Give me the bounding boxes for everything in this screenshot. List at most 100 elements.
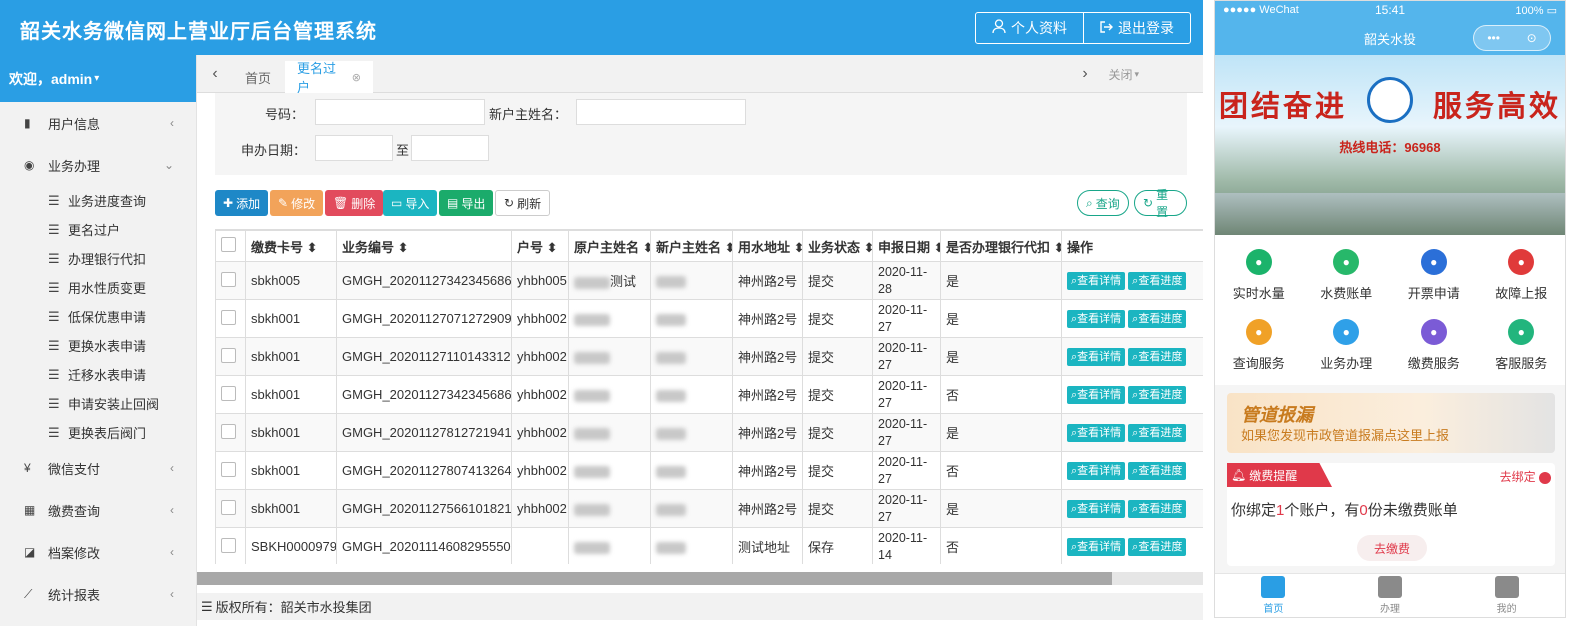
view-progress-button[interactable]: ⌕查看进度 xyxy=(1128,423,1187,442)
close-target-icon[interactable]: ⊙ xyxy=(1527,31,1537,45)
row-checkbox[interactable] xyxy=(221,461,236,477)
export-button[interactable]: ▤ 导出 xyxy=(439,190,494,216)
view-detail-button[interactable]: ⌕查看详情 xyxy=(1067,385,1126,404)
view-detail-button[interactable]: ⌕查看详情 xyxy=(1067,347,1126,366)
column-header[interactable]: 业务状态 ⬍ xyxy=(802,230,873,262)
view-detail-button[interactable]: ⌕查看详情 xyxy=(1067,423,1126,442)
reset-button[interactable]: ↻ 重置 xyxy=(1134,188,1187,219)
service-item[interactable]: ● 故障上报 xyxy=(1478,249,1566,319)
column-header[interactable]: 用水地址 ⬍ xyxy=(732,230,803,262)
service-item[interactable]: ● 缴费服务 xyxy=(1390,319,1478,389)
tabs-scroll-left-button[interactable]: ‹ xyxy=(197,55,233,93)
sidebar-subitem-replace-meter[interactable]: ☰ 更换水表申请 xyxy=(0,331,196,360)
sidebar-item-business[interactable]: ◉ 业务办理 ⌄ xyxy=(0,144,196,186)
sidebar-item-payment-query[interactable]: ▦ 缴费查询 ‹ xyxy=(0,489,196,531)
bind-account-link[interactable]: 去绑定 xyxy=(1500,468,1551,485)
table-row[interactable]: sbkh001 GMGH_202011273423456864 yhbh002 神州路… xyxy=(215,375,1203,414)
import-button[interactable]: ▭ 导入 xyxy=(383,190,438,216)
sidebar-item-user-info[interactable]: ▮ 用户信息 ‹ xyxy=(0,102,196,144)
view-progress-button[interactable]: ⌕查看进度 xyxy=(1128,347,1187,366)
number-input[interactable] xyxy=(315,99,485,125)
view-progress-button[interactable]: ⌕查看进度 xyxy=(1128,309,1187,328)
sidebar-subitem-move-meter[interactable]: ☰ 迁移水表申请 xyxy=(0,360,196,389)
bottom-tab[interactable]: 我的 xyxy=(1448,574,1565,617)
table-row[interactable]: sbkh001 GMGH_202011278127219415 yhbh002 神州路… xyxy=(215,413,1203,452)
column-header[interactable]: 是否办理银行代扣 ⬍ xyxy=(940,230,1062,262)
table-row[interactable]: sbkh001 GMGH_202011275661018217 yhbh002 神州路… xyxy=(215,489,1203,528)
view-detail-button[interactable]: ⌕查看详情 xyxy=(1067,499,1126,518)
tab-rename[interactable]: 更名过户 ⊗ xyxy=(285,61,373,95)
select-all-checkbox-cell[interactable] xyxy=(215,230,246,262)
table-row[interactable]: sbkh001 GMGH_202011271101433128 yhbh002 神州路… xyxy=(215,337,1203,376)
sidebar-subitem-rear-valve[interactable]: ☰ 更换表后阀门 xyxy=(0,418,196,447)
column-header[interactable]: 新户主姓名 ⬍ xyxy=(650,230,733,262)
row-checkbox[interactable] xyxy=(221,271,236,287)
scrollbar-thumb[interactable] xyxy=(197,572,1112,585)
row-checkbox[interactable] xyxy=(221,537,236,553)
close-icon[interactable]: ⊗ xyxy=(352,71,361,84)
sidebar-subitem-water-type[interactable]: ☰ 用水性质变更 xyxy=(0,273,196,302)
row-checkbox[interactable] xyxy=(221,385,236,401)
new-owner-input[interactable] xyxy=(576,99,746,125)
sidebar-subitem-bank[interactable]: ☰ 办理银行代扣 xyxy=(0,244,196,273)
home-banner[interactable]: 团结奋进 服务高效 热线电话：96968 xyxy=(1215,55,1565,235)
row-checkbox[interactable] xyxy=(221,499,236,515)
close-tabs-menu[interactable]: 关闭 ▾ xyxy=(1108,55,1139,93)
table-row[interactable]: SBKH0000979 GMGH_202011146082955508 测试地址 保存… xyxy=(215,527,1203,564)
row-checkbox-cell[interactable] xyxy=(215,489,246,528)
service-item[interactable]: ● 开票申请 xyxy=(1390,249,1478,319)
service-item[interactable]: ● 实时水量 xyxy=(1215,249,1303,319)
sidebar-subitem-subsidy[interactable]: ☰ 低保优惠申请 xyxy=(0,302,196,331)
row-checkbox[interactable] xyxy=(221,423,236,439)
view-detail-button[interactable]: ⌕查看详情 xyxy=(1067,461,1126,480)
view-progress-button[interactable]: ⌕查看进度 xyxy=(1128,499,1187,518)
row-checkbox-cell[interactable] xyxy=(215,337,246,376)
bottom-tab[interactable]: 办理 xyxy=(1332,574,1449,617)
column-header[interactable]: 原户主姓名 ⬍ xyxy=(568,230,651,262)
refresh-button[interactable]: ↻ 刷新 xyxy=(495,190,551,216)
service-item[interactable]: ● 查询服务 xyxy=(1215,319,1303,389)
sidebar-subitem-progress[interactable]: ☰ 业务进度查询 xyxy=(0,186,196,215)
date-from-input[interactable] xyxy=(315,135,393,161)
view-detail-button[interactable]: ⌕查看详情 xyxy=(1067,537,1126,556)
row-checkbox[interactable] xyxy=(221,347,236,363)
go-pay-button[interactable]: 去缴费 xyxy=(1357,535,1427,561)
column-header[interactable]: 业务编号 ⬍ xyxy=(336,230,512,262)
profile-button[interactable]: 个人资料 xyxy=(976,13,1083,43)
view-detail-button[interactable]: ⌕查看详情 xyxy=(1067,309,1126,328)
edit-button[interactable]: ✎ 修改 xyxy=(270,190,324,216)
service-item[interactable]: ● 水费账单 xyxy=(1303,249,1391,319)
table-row[interactable]: sbkh001 GMGH_202011278074132642 yhbh002 神州路… xyxy=(215,451,1203,490)
view-progress-button[interactable]: ⌕查看进度 xyxy=(1128,461,1187,480)
column-header[interactable]: 缴费卡号 ⬍ xyxy=(245,230,337,262)
sidebar-item-archive-edit[interactable]: ◪ 档案修改 ‹ xyxy=(0,531,196,573)
query-button[interactable]: ⌕ 查询 xyxy=(1077,190,1129,216)
more-dots-icon[interactable]: ••• xyxy=(1487,31,1500,45)
date-to-input[interactable] xyxy=(411,135,489,161)
service-item[interactable]: ● 业务办理 xyxy=(1303,319,1391,389)
view-progress-button[interactable]: ⌕查看进度 xyxy=(1128,385,1187,404)
sidebar-subitem-rename[interactable]: ☰ 更名过户 xyxy=(0,215,196,244)
horizontal-scrollbar[interactable] xyxy=(197,572,1203,585)
delete-button[interactable]: 🗑 删除 xyxy=(325,190,384,216)
bottom-tab[interactable]: 首页 xyxy=(1215,574,1332,617)
view-progress-button[interactable]: ⌕查看进度 xyxy=(1128,537,1187,556)
row-checkbox-cell[interactable] xyxy=(215,299,246,338)
row-checkbox-cell[interactable] xyxy=(215,527,246,564)
column-header[interactable]: 户号 ⬍ xyxy=(511,230,569,262)
row-checkbox-cell[interactable] xyxy=(215,451,246,490)
sidebar-subitem-check-valve[interactable]: ☰ 申请安装止回阀 xyxy=(0,389,196,418)
sidebar-item-reports[interactable]: ⟋ 统计报表 ‹ xyxy=(0,573,196,615)
tab-home[interactable]: 首页 xyxy=(233,61,283,93)
row-checkbox-cell[interactable] xyxy=(215,261,246,300)
sidebar-item-wechat-pay[interactable]: ¥ 微信支付 ‹ xyxy=(0,447,196,489)
service-item[interactable]: ● 客服服务 xyxy=(1478,319,1566,389)
table-row[interactable]: sbkh005 GMGH_202011273423456865 yhbh005 测试 神… xyxy=(215,261,1203,300)
add-button[interactable]: ✚ 添加 xyxy=(215,190,269,216)
column-header[interactable]: 申报日期 ⬍ xyxy=(872,230,941,262)
row-checkbox-cell[interactable] xyxy=(215,375,246,414)
welcome-user-menu[interactable]: 欢迎，admin ▾ xyxy=(0,55,196,102)
logout-button[interactable]: 退出登录 xyxy=(1083,13,1190,43)
row-checkbox-cell[interactable] xyxy=(215,413,246,452)
leak-report-banner[interactable]: 管道报漏 如果您发现市政管道报漏点这里上报 xyxy=(1227,393,1555,453)
